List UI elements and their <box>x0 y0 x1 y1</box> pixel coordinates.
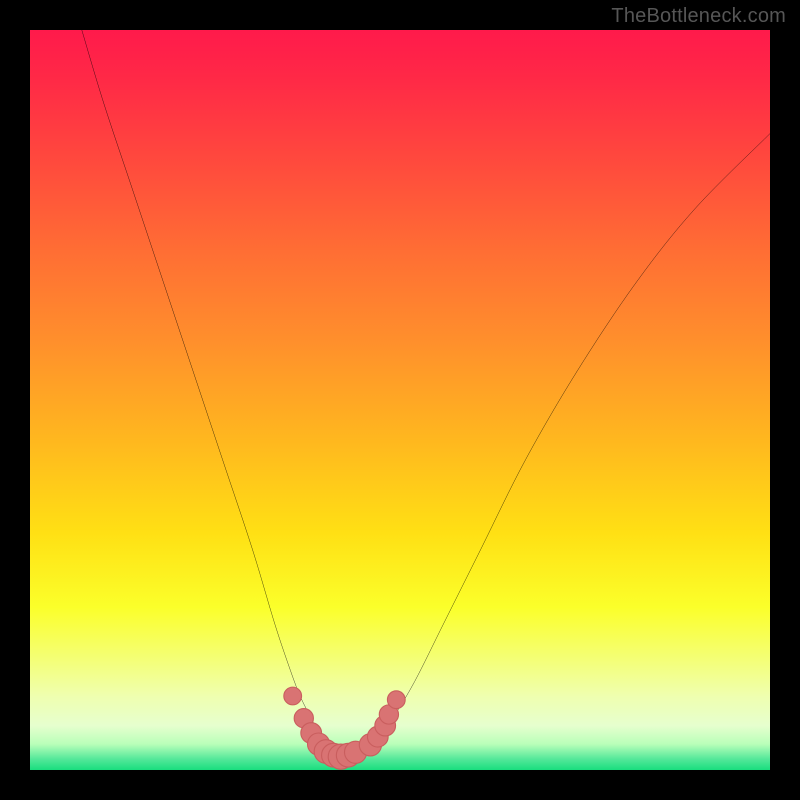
curve-layer <box>30 30 770 770</box>
watermark-text: TheBottleneck.com <box>611 5 786 28</box>
curve-marker <box>387 691 405 709</box>
bottleneck-curve <box>82 30 770 756</box>
chart-frame: TheBottleneck.com <box>0 0 800 800</box>
plot-area <box>30 30 770 770</box>
curve-marker <box>284 687 302 705</box>
curve-markers <box>284 687 405 769</box>
